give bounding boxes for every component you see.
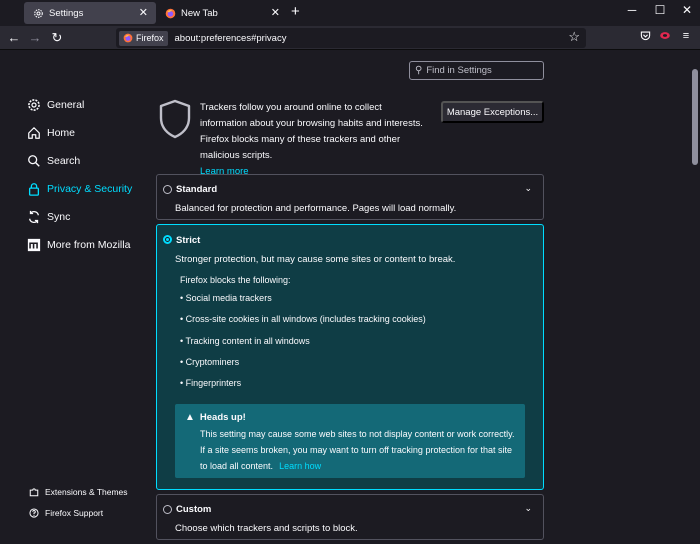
sidebar-item-label: General	[47, 99, 85, 111]
bookmark-star-icon[interactable]: ☆	[568, 29, 580, 45]
heads-up-text: This setting may cause some web sites to…	[200, 429, 515, 471]
list-item: • Tracking content in all windows	[180, 336, 310, 346]
identity-label: Firefox	[136, 33, 164, 43]
home-icon	[27, 126, 41, 140]
tab-settings[interactable]: Settings ✕	[24, 2, 156, 24]
sidebar-item-sync[interactable]: Sync	[27, 210, 70, 224]
sidebar-item-home[interactable]: Home	[27, 126, 75, 140]
list-item: • Cryptominers	[180, 357, 240, 367]
url-bar[interactable]: Firefox about:preferences#privacy ☆	[116, 28, 586, 48]
warning-icon: ▲	[185, 412, 195, 423]
search-icon	[27, 154, 41, 168]
heads-up-warning: ▲ Heads up! This setting may cause some …	[175, 404, 525, 478]
manage-exceptions-button[interactable]: Manage Exceptions...	[441, 101, 544, 123]
sidebar-item-label: Privacy & Security	[47, 183, 133, 195]
option-desc: Balanced for protection and performance.…	[175, 203, 457, 214]
intro-text: Trackers follow you around online to col…	[200, 102, 423, 161]
close-tab-icon[interactable]: ✕	[271, 6, 280, 19]
gear-icon	[32, 7, 44, 19]
sidebar-item-label: Sync	[47, 211, 71, 223]
strict-radio[interactable]	[163, 235, 172, 244]
scrollbar[interactable]	[690, 51, 700, 544]
new-tab-icon[interactable]: +	[291, 3, 300, 20]
option-title: Standard	[176, 184, 218, 195]
minimize-icon[interactable]: ─	[622, 3, 642, 17]
sidebar-item-more-from-mozilla[interactable]: More from Mozilla	[27, 238, 130, 252]
heads-up-title: ▲ Heads up!	[185, 412, 246, 423]
scrollbar-thumb[interactable]	[692, 69, 698, 165]
sidebar-firefox-support[interactable]: Firefox Support	[29, 508, 103, 518]
search-icon: ⚲	[415, 65, 423, 76]
tracking-intro: Trackers follow you around online to col…	[200, 100, 430, 180]
sidebar-item-general[interactable]: General	[27, 98, 84, 112]
reload-icon[interactable]: ↻	[49, 30, 65, 46]
learn-how-link[interactable]: Learn how	[279, 461, 321, 471]
custom-radio[interactable]	[163, 505, 172, 514]
gear-icon	[27, 98, 41, 112]
sync-icon	[27, 210, 41, 224]
option-standard-card[interactable]: Standard ⌄ Balanced for protection and p…	[156, 174, 544, 220]
sidebar-item-label: Search	[47, 155, 81, 167]
tab-new-tab[interactable]: New Tab ✕	[156, 2, 288, 24]
sidebar-extensions-themes[interactable]: Extensions & Themes	[29, 487, 128, 497]
sidebar-item-label: More from Mozilla	[47, 239, 131, 251]
tab-title: Settings	[49, 7, 84, 19]
firefox-logo-icon	[164, 7, 176, 19]
lock-icon	[27, 182, 41, 196]
url-text: about:preferences#privacy	[174, 32, 287, 44]
sidebar-footer-label: Extensions & Themes	[45, 487, 128, 497]
option-custom-card[interactable]: Custom ⌄ Choose which trackers and scrip…	[156, 494, 544, 540]
tab-strip: Settings ✕ New Tab ✕ + ─ ☐ ✕	[0, 0, 700, 26]
firefox-logo-icon	[123, 33, 133, 43]
nav-toolbar: ← → ↻ Firefox about:preferences#privacy …	[0, 26, 700, 50]
maximize-icon[interactable]: ☐	[650, 3, 670, 17]
chevron-down-icon[interactable]: ⌄	[524, 183, 532, 194]
forward-icon[interactable]: →	[27, 30, 43, 46]
help-icon	[29, 508, 39, 518]
option-title: Custom	[176, 504, 212, 515]
sidebar-footer-label: Firefox Support	[45, 508, 104, 518]
tab-title: New Tab	[181, 7, 218, 19]
back-icon[interactable]: ←	[6, 30, 22, 46]
search-placeholder: Find in Settings	[426, 65, 492, 76]
pocket-icon[interactable]	[637, 30, 653, 44]
menu-icon[interactable]: ≡	[678, 30, 694, 42]
list-item: • Social media trackers	[180, 293, 272, 303]
blocks-heading: Firefox blocks the following:	[180, 275, 291, 285]
close-window-icon[interactable]: ✕	[677, 3, 697, 17]
list-item: • Cross-site cookies in all windows (inc…	[180, 314, 426, 324]
standard-radio[interactable]	[163, 185, 172, 194]
sidebar-item-privacy-security[interactable]: Privacy & Security	[27, 182, 132, 196]
mozilla-icon	[27, 238, 41, 252]
option-desc: Choose which trackers and scripts to blo…	[175, 523, 358, 534]
preferences-page: ⚲ Find in Settings General Home Search P…	[0, 51, 690, 544]
close-tab-icon[interactable]: ✕	[139, 6, 148, 19]
puzzle-icon	[29, 487, 39, 497]
list-item: • Fingerprinters	[180, 378, 242, 388]
option-title: Strict	[176, 235, 201, 246]
chevron-down-icon[interactable]: ⌄	[524, 503, 532, 514]
option-desc: Stronger protection, but may cause some …	[175, 254, 456, 265]
sidebar-item-label: Home	[47, 127, 76, 139]
sidebar-item-search[interactable]: Search	[27, 154, 80, 168]
extension-icon[interactable]	[657, 30, 673, 44]
shield-icon	[157, 98, 193, 140]
option-strict-card[interactable]: Strict Stronger protection, but may caus…	[156, 224, 544, 490]
identity-box[interactable]: Firefox	[119, 30, 168, 46]
search-input[interactable]: ⚲ Find in Settings	[409, 61, 544, 80]
